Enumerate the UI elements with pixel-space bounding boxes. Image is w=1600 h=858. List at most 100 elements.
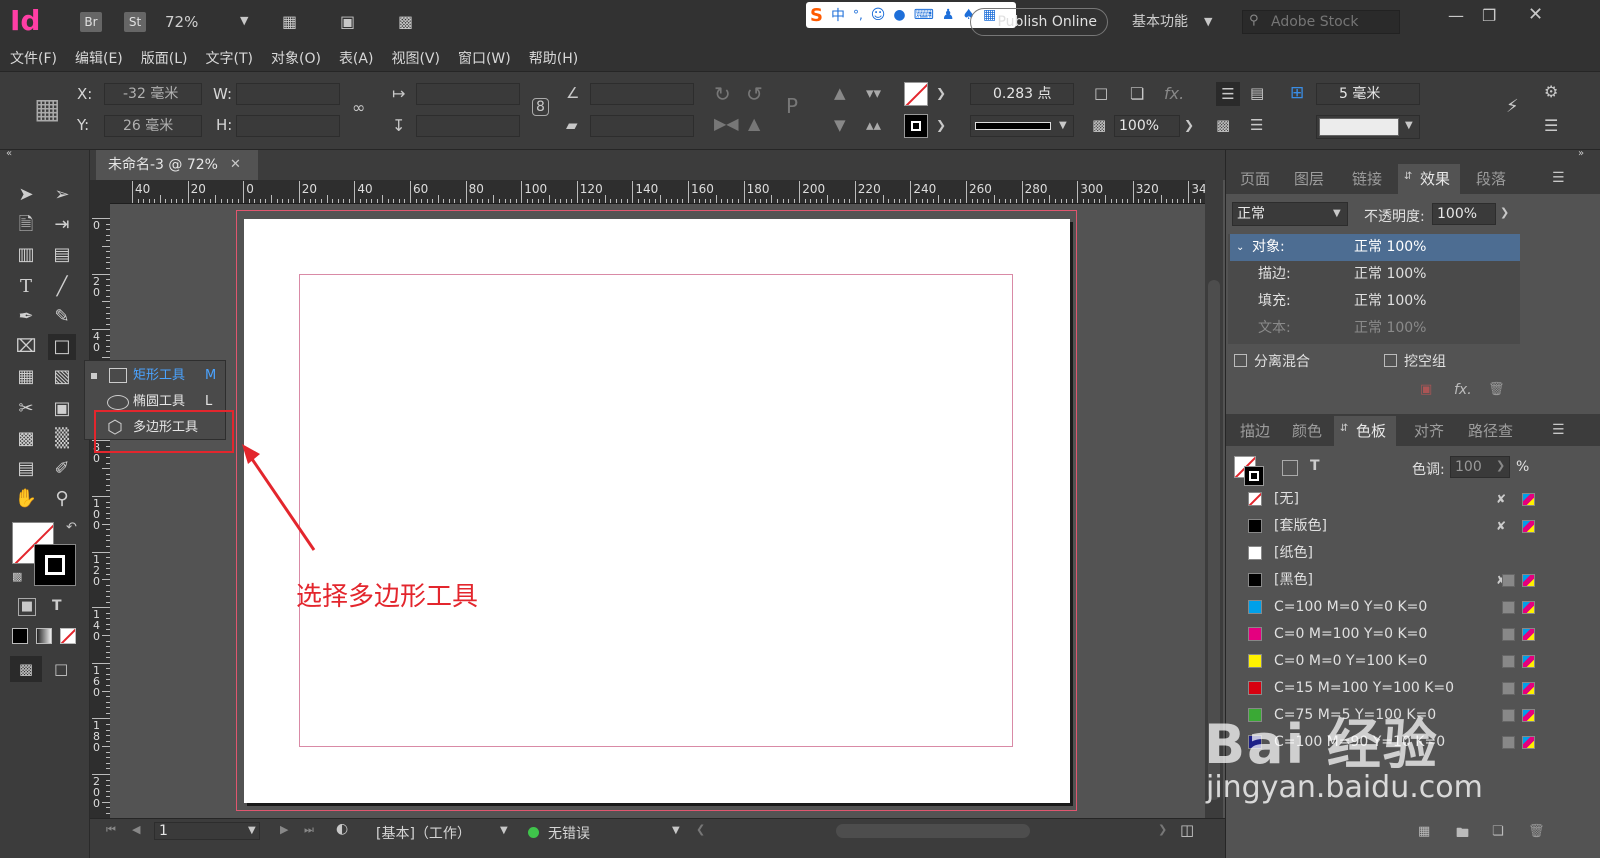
close-icon[interactable]: ✕ xyxy=(230,150,241,180)
close-icon[interactable]: ✕ xyxy=(1528,4,1543,25)
hand-tool-icon[interactable]: ✋ xyxy=(12,486,40,512)
show-swatch-groups-icon[interactable]: ▦ xyxy=(1418,824,1430,839)
rectangle-tool-icon[interactable]: □ xyxy=(48,334,76,360)
free-transform-tool-icon[interactable]: ▣ xyxy=(48,396,76,422)
preflight-status[interactable]: 无错误 xyxy=(548,823,590,843)
scissors-tool-icon[interactable]: ✂ xyxy=(12,396,40,422)
gear-icon[interactable]: ⚙ xyxy=(1544,82,1558,101)
page-tool-icon[interactable]: 🗎 xyxy=(12,212,40,238)
tab-stroke[interactable]: 描边 xyxy=(1240,416,1270,446)
vertical-ruler[interactable]: 02 04 06 08 01 0 01 2 01 4 01 6 01 8 02 … xyxy=(90,204,110,818)
swatch-row[interactable]: C=0 M=0 Y=100 K=0 xyxy=(1226,648,1600,675)
effects-row-object[interactable]: ⌄ 对象: 正常 100% xyxy=(1230,234,1520,261)
zoom-level[interactable]: 72% xyxy=(165,13,198,31)
collapse-panel-icon[interactable]: « xyxy=(6,148,12,159)
content-collector-icon[interactable]: ▥ xyxy=(12,242,40,268)
chevron-down-icon[interactable]: ▼ xyxy=(240,14,248,27)
stroke-weight-field[interactable]: 0.283 点 xyxy=(970,83,1074,105)
menu-edit[interactable]: 编辑(E) xyxy=(75,48,123,68)
swatch-row[interactable]: C=15 M=100 Y=100 K=0 xyxy=(1226,675,1600,702)
tab-layers[interactable]: 图层 xyxy=(1294,164,1324,194)
rotate-ccw-icon[interactable]: ↺ xyxy=(746,82,763,106)
scale-y-icon[interactable]: ↧ xyxy=(392,116,405,135)
scale-x-field[interactable] xyxy=(416,83,520,105)
pencil-tool-icon[interactable]: ✎ xyxy=(48,304,76,330)
effects-row-stroke[interactable]: 描边: 正常 100% xyxy=(1230,261,1520,288)
gradient-feather-tool-icon[interactable]: ▒ xyxy=(48,426,76,452)
minimize-icon[interactable]: — xyxy=(1448,6,1464,25)
horizontal-scroll-thumb[interactable] xyxy=(836,824,1030,838)
scroll-right-icon[interactable]: ❯ xyxy=(1158,823,1167,836)
grid-spacing-icon[interactable]: ⊞ xyxy=(1290,83,1304,103)
view-options-icon[interactable]: ▦ xyxy=(282,12,297,31)
width-field[interactable] xyxy=(236,83,340,105)
menu-file[interactable]: 文件(F) xyxy=(10,48,57,68)
flip-horizontal-icon[interactable]: ▶◀ xyxy=(714,114,739,133)
tab-pathfinder[interactable]: 路径查 xyxy=(1468,416,1513,446)
swatch-row[interactable]: [无] ✘ xyxy=(1226,486,1600,513)
selection-tool-icon[interactable]: ➤ xyxy=(12,182,40,208)
menu-type[interactable]: 文字(T) xyxy=(206,48,253,68)
swatch-row[interactable]: C=100 M=0 Y=0 K=0 xyxy=(1226,594,1600,621)
flip-vertical-icon[interactable]: ▲ xyxy=(748,114,760,133)
height-field[interactable] xyxy=(236,115,340,137)
note-tool-icon[interactable]: ▤ xyxy=(12,456,40,482)
split-view-icon[interactable]: ◫ xyxy=(1180,821,1194,839)
chevron-down-icon[interactable]: ▼ xyxy=(500,825,508,836)
menu-layout[interactable]: 版面(L) xyxy=(141,48,188,68)
scale-x-icon[interactable]: ↦ xyxy=(392,84,405,103)
x-position-field[interactable]: -32 毫米 xyxy=(104,83,202,105)
rotate-cw-icon[interactable]: ↻ xyxy=(714,82,731,106)
formatting-container-icon[interactable]: ■ xyxy=(18,598,36,616)
menu-object[interactable]: 对象(O) xyxy=(271,48,321,68)
chevron-down-icon[interactable]: ▼ xyxy=(672,825,680,836)
expand-panels-icon[interactable]: » xyxy=(1578,148,1584,159)
formatting-container-icon[interactable] xyxy=(1282,460,1298,476)
new-swatch-icon[interactable]: ❏ xyxy=(1492,824,1504,839)
fill-none-swatch[interactable] xyxy=(904,82,928,106)
swatch-row[interactable]: [套版色] ✘ xyxy=(1226,513,1600,540)
clear-effects-icon[interactable]: ▣ xyxy=(1420,382,1432,397)
drop-shadow-icon[interactable]: ❏ xyxy=(1130,84,1144,103)
chevron-right-icon[interactable]: ❯ xyxy=(1184,118,1194,132)
align-center-icon[interactable]: ▩ xyxy=(1216,116,1230,134)
panel-menu-icon[interactable]: ☰ xyxy=(1552,422,1565,438)
line-tool-icon[interactable]: ╱ xyxy=(48,274,76,300)
reference-point-icon[interactable]: ▦ xyxy=(34,92,60,125)
stock-search-box[interactable]: ⚲ xyxy=(1242,10,1400,34)
align-right-icon[interactable]: ☰ xyxy=(1250,116,1263,134)
publish-online-button[interactable]: Publish Online xyxy=(970,8,1108,36)
chevron-right-icon[interactable]: ❯ xyxy=(1500,206,1509,219)
previous-page-icon[interactable]: ◀ xyxy=(132,823,140,836)
arrange-documents-icon[interactable]: ▩ xyxy=(398,12,413,31)
constrain-proportions-icon[interactable]: ∞ xyxy=(352,98,365,117)
swatch-row[interactable]: [黑色]✘ xyxy=(1226,567,1600,594)
chevron-right-icon[interactable]: ❯ xyxy=(1496,459,1505,472)
content-placer-icon[interactable]: ▤ xyxy=(48,242,76,268)
flyout-item-rectangle[interactable]: 矩形工具 M xyxy=(85,363,227,389)
apply-color-icon[interactable] xyxy=(12,628,28,644)
apply-none-icon[interactable] xyxy=(60,628,76,644)
link-scale-icon[interactable]: 8 xyxy=(532,98,549,116)
rotate-angle-icon[interactable]: ∠ xyxy=(566,84,579,102)
restore-icon[interactable]: ❐ xyxy=(1482,6,1496,25)
fx-button[interactable]: fx. xyxy=(1164,84,1184,103)
formatting-text-icon[interactable]: T xyxy=(52,598,62,614)
menu-view[interactable]: 视图(V) xyxy=(391,48,440,68)
gap-tool-icon[interactable]: ⇥ xyxy=(48,212,76,238)
menu-table[interactable]: 表(A) xyxy=(339,48,374,68)
chevron-right-icon[interactable]: ❯ xyxy=(936,86,946,100)
panel-menu-icon[interactable]: ☰ xyxy=(1544,116,1558,135)
preflight-profile[interactable]: [基本]（工作） xyxy=(376,823,471,843)
shear-angle-icon[interactable]: ▰ xyxy=(566,116,578,134)
tab-paragraph[interactable]: 段落 xyxy=(1476,164,1506,194)
opacity-field[interactable]: 100% xyxy=(1114,115,1180,137)
swap-fill-stroke-icon[interactable]: ↶ xyxy=(66,520,77,535)
swatch-row[interactable]: [纸色] xyxy=(1226,540,1600,567)
ruler-origin[interactable] xyxy=(90,180,110,204)
select-previous-icon[interactable]: ▾▾ xyxy=(866,84,881,102)
default-fill-stroke-icon[interactable]: ▩ xyxy=(12,570,22,583)
type-tool-icon[interactable]: T xyxy=(12,274,40,300)
formatting-text-icon[interactable]: T xyxy=(1310,458,1320,474)
apply-gradient-icon[interactable] xyxy=(36,628,52,644)
